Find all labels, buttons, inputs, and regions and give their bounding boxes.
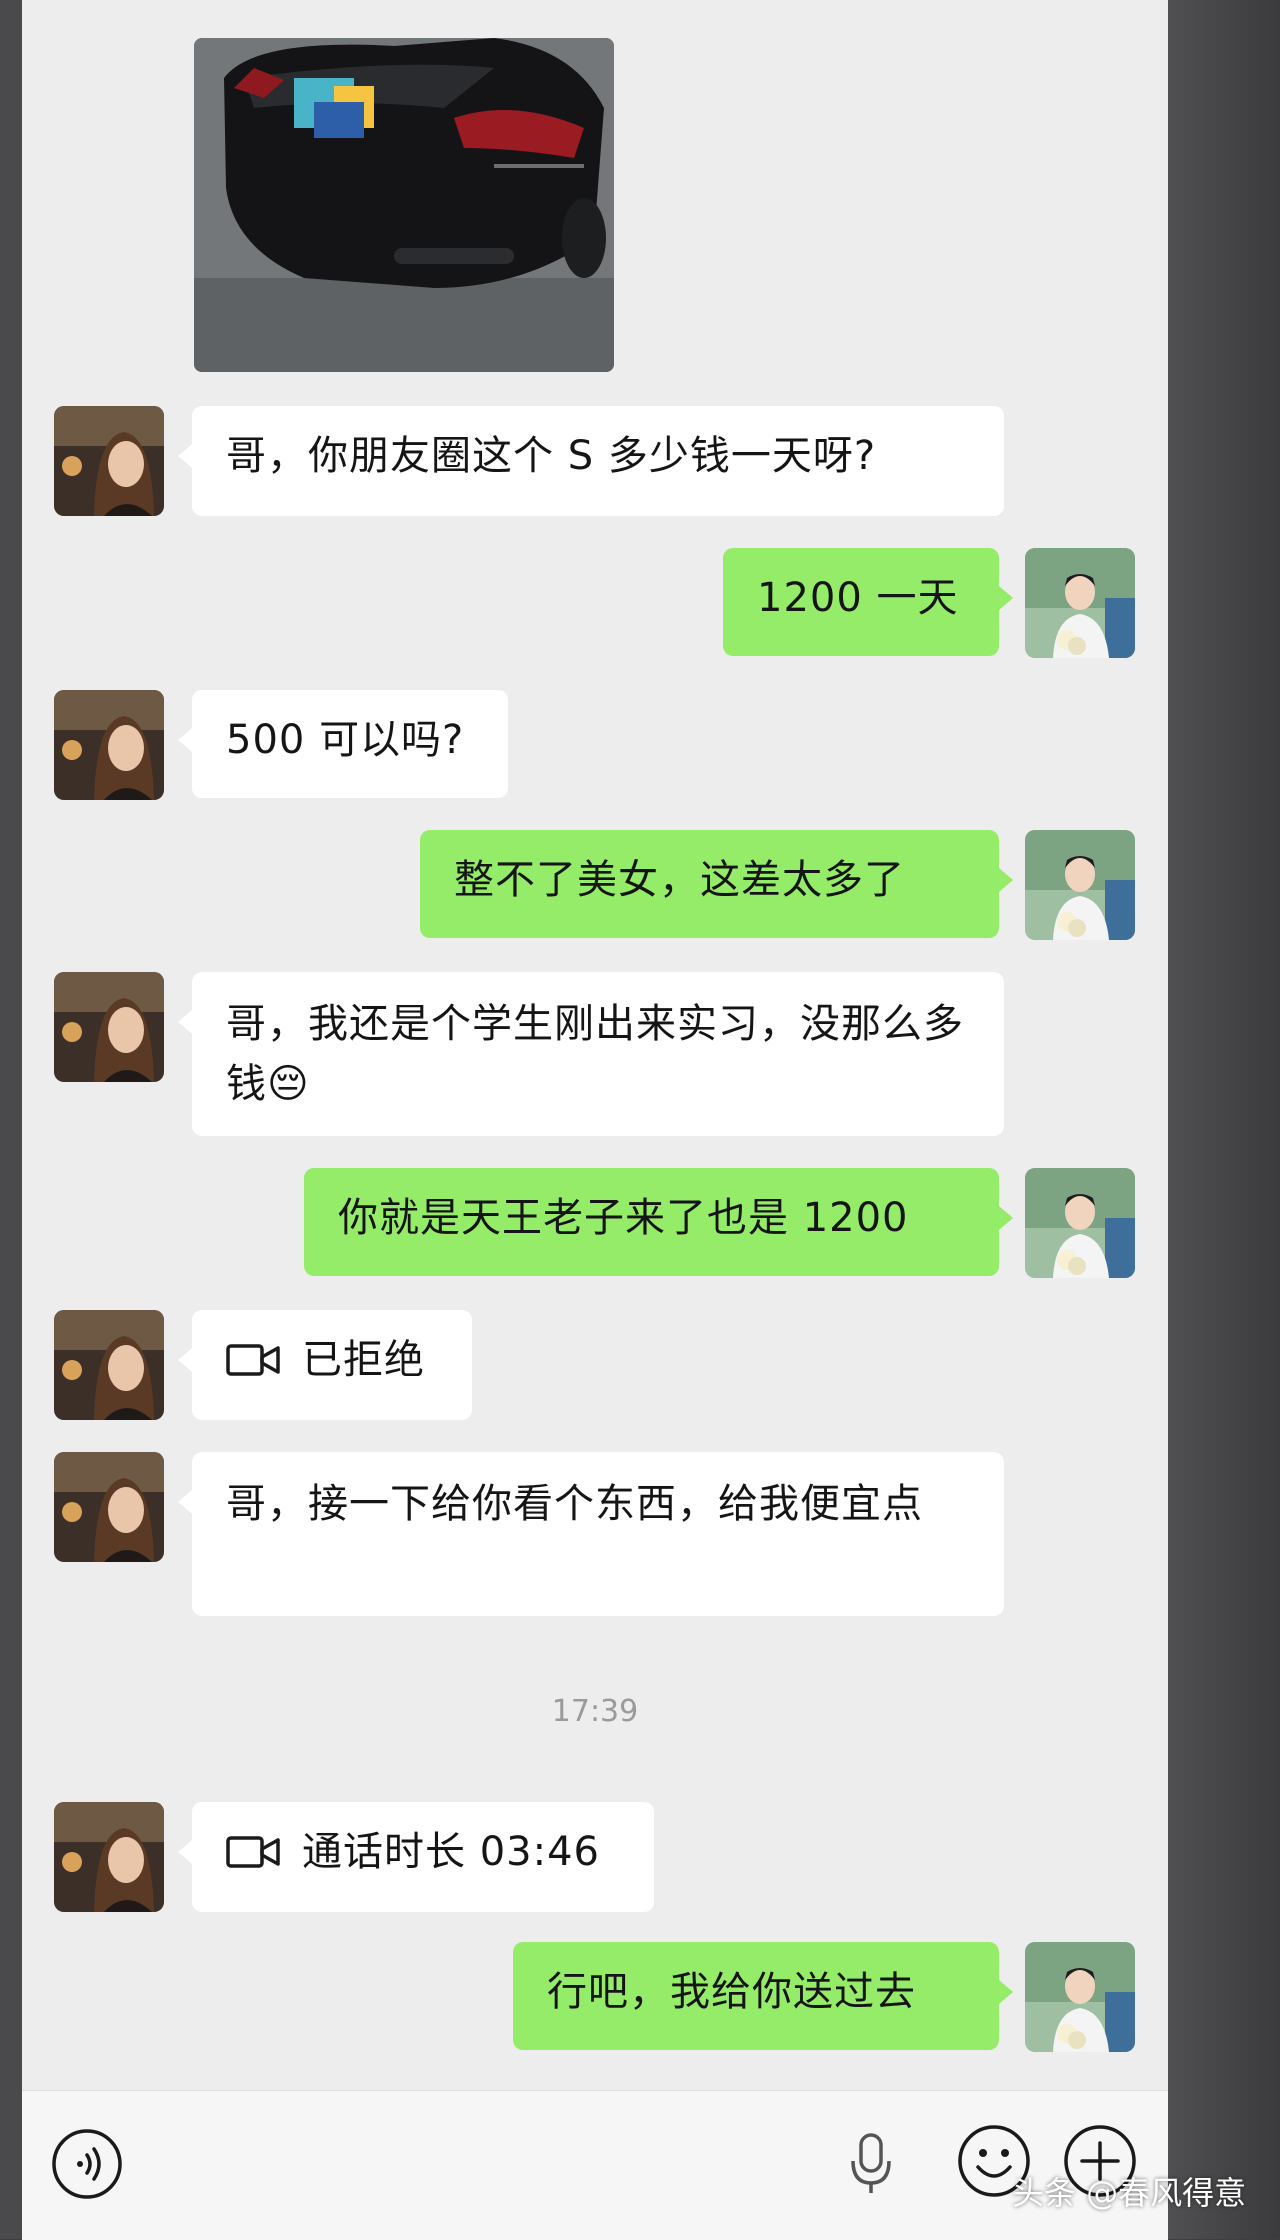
video-call-icon xyxy=(226,1344,280,1376)
message-text: 哥，接一下给你看个东西，给我便宜点 xyxy=(226,1481,923,1527)
message-text: 行吧，我给你送过去 xyxy=(547,1969,916,2015)
chat-screen: 哥，你朋友圈这个 S 多少钱一天呀? 1200 一天 500 可以吗? 整不了美… xyxy=(22,0,1168,2240)
message-bubble-outgoing[interactable]: 整不了美女，这差太多了 xyxy=(420,830,1013,938)
call-record: 通话时长 03:46 xyxy=(226,1822,620,1882)
right-edge xyxy=(1168,0,1280,2239)
call-record: 已拒绝 xyxy=(226,1330,438,1390)
message-bubble-outgoing[interactable]: 行吧，我给你送过去 xyxy=(513,1942,1013,2050)
my-avatar[interactable] xyxy=(1025,830,1135,940)
message-bubble-outgoing[interactable]: 你就是天王老子来了也是 1200 xyxy=(304,1168,1013,1276)
message-bubble-incoming[interactable]: 已拒绝 xyxy=(178,1310,472,1420)
message-text: 通话时长 03:46 xyxy=(302,1829,600,1875)
message-bubble-incoming[interactable]: 哥，我还是个学生刚出来实习，没那么多钱😔 xyxy=(178,972,1004,1136)
contact-avatar[interactable] xyxy=(54,690,164,800)
voice-icon[interactable] xyxy=(50,2127,124,2201)
message-text: 你就是天王老子来了也是 1200 xyxy=(338,1195,909,1241)
my-avatar[interactable] xyxy=(1025,1168,1135,1278)
chat-timestamp: 17:39 xyxy=(551,1694,639,1729)
message-text: 500 可以吗? xyxy=(226,717,465,763)
car-photo-message[interactable] xyxy=(194,38,614,372)
message-bubble-outgoing[interactable]: 1200 一天 xyxy=(723,548,1013,656)
contact-avatar[interactable] xyxy=(54,406,164,516)
contact-avatar[interactable] xyxy=(54,1452,164,1562)
message-bubble-incoming[interactable]: 500 可以吗? xyxy=(178,690,508,798)
my-avatar[interactable] xyxy=(1025,1942,1135,2052)
message-bubble-incoming[interactable]: 通话时长 03:46 xyxy=(178,1802,654,1912)
message-text: 哥，我还是个学生刚出来实习，没那么多钱😔 xyxy=(226,1001,964,1107)
message-bubble-incoming[interactable]: 哥，接一下给你看个东西，给我便宜点 xyxy=(178,1452,1004,1616)
message-text: 哥，你朋友圈这个 S 多少钱一天呀? xyxy=(226,433,877,479)
chat-input-bar xyxy=(22,2090,1168,2240)
microphone-icon[interactable] xyxy=(848,2131,894,2197)
message-text: 整不了美女，这差太多了 xyxy=(454,857,905,903)
message-text: 已拒绝 xyxy=(302,1337,425,1383)
contact-avatar[interactable] xyxy=(54,972,164,1082)
contact-avatar[interactable] xyxy=(54,1802,164,1912)
watermark: 头条 @春风得意 xyxy=(1012,2174,1247,2212)
message-bubble-incoming[interactable]: 哥，你朋友圈这个 S 多少钱一天呀? xyxy=(178,406,1004,516)
contact-avatar[interactable] xyxy=(54,1310,164,1420)
my-avatar[interactable] xyxy=(1025,548,1135,658)
message-text: 1200 一天 xyxy=(757,575,959,621)
video-call-icon xyxy=(226,1836,280,1868)
left-edge xyxy=(0,0,22,2239)
